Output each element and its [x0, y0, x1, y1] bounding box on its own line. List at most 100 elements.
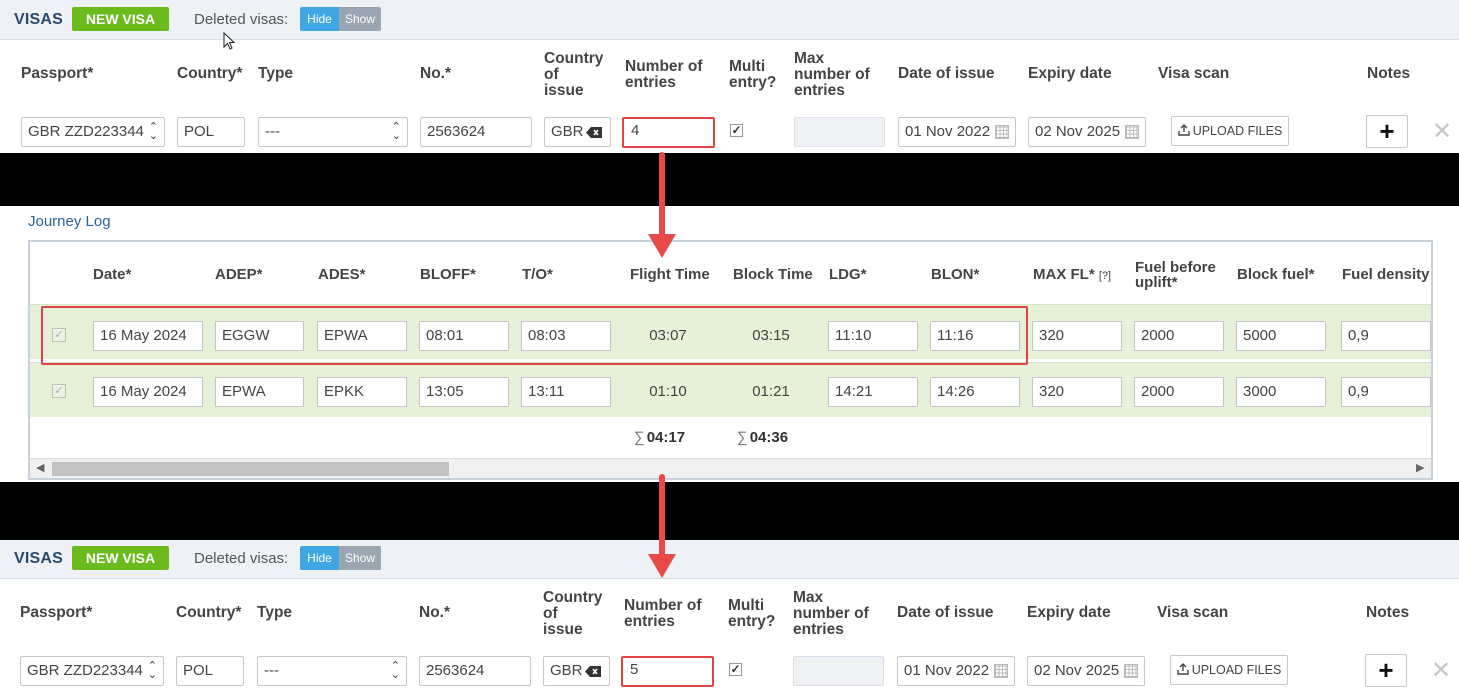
adep-input[interactable]: EPWA: [215, 377, 304, 407]
select-arrows-icon: ⌃ ⌄: [147, 660, 157, 681]
header-block-time: Block Time: [733, 266, 813, 283]
horizontal-scrollbar[interactable]: ◀ ▶: [30, 458, 1431, 478]
arrow-head: [648, 554, 676, 578]
hide-button[interactable]: Hide: [300, 546, 339, 570]
calendar-icon[interactable]: [1125, 125, 1139, 139]
header-notes: Notes: [1366, 604, 1410, 621]
header-fuel-density: Fuel density: [1342, 266, 1430, 283]
close-icon[interactable]: ✕: [1431, 659, 1451, 683]
fuel-before-input[interactable]: 2000: [1134, 321, 1224, 351]
upload-files-button[interactable]: UPLOAD FILES: [1171, 116, 1289, 146]
header-type: Type: [258, 65, 294, 82]
visas-title: VISAS: [14, 550, 64, 567]
select-arrows-icon: ⌃ ⌄: [391, 121, 401, 142]
country-of-issue-input[interactable]: GBR: [544, 117, 611, 147]
header-ades: ADES*: [318, 266, 366, 283]
header-ldg: LDG*: [829, 266, 867, 283]
header-notes: Notes: [1367, 65, 1411, 82]
visas-panel-bottom: VISAS NEW VISA Deleted visas: Hide Show …: [0, 540, 1459, 693]
type-select[interactable]: --- ⌃ ⌄: [258, 117, 408, 147]
sum-flight-time: ∑ 04:17: [634, 429, 686, 446]
block-time-value: 01:21: [752, 383, 790, 400]
add-note-button[interactable]: +: [1366, 115, 1408, 148]
show-button[interactable]: Show: [339, 7, 381, 31]
header-fuel-before-uplift: Fuel before uplift*: [1135, 259, 1216, 291]
max-entries-input[interactable]: [793, 656, 884, 686]
add-note-button[interactable]: +: [1365, 654, 1407, 687]
block-fuel-input[interactable]: 3000: [1236, 377, 1326, 407]
calendar-icon[interactable]: [1124, 664, 1138, 678]
help-icon[interactable]: [?]: [1099, 270, 1111, 282]
scrollbar-thumb[interactable]: [52, 462, 449, 476]
header-expiry-date: Expiry date: [1027, 604, 1111, 621]
close-icon[interactable]: ✕: [1432, 120, 1452, 144]
header-country-of-issue: Country of issue: [543, 589, 603, 638]
date-of-issue-input[interactable]: 01 Nov 2022: [897, 656, 1015, 686]
header-number-of-entries: Number of entries: [625, 58, 703, 91]
max-entries-input[interactable]: [794, 117, 885, 147]
new-visa-button[interactable]: NEW VISA: [72, 7, 169, 31]
visa-number-input[interactable]: 2563624: [420, 117, 532, 147]
scroll-right-icon[interactable]: ▶: [1416, 461, 1424, 474]
upload-icon: [1177, 124, 1190, 136]
fuel-density-input[interactable]: 0,9: [1341, 377, 1431, 407]
deleted-visas-label: Deleted visas:: [194, 11, 289, 28]
blon-input[interactable]: 14:26: [930, 377, 1020, 407]
takeoff-input[interactable]: 13:11: [521, 377, 611, 407]
fuel-before-input[interactable]: 2000: [1134, 377, 1224, 407]
header-expiry-date: Expiry date: [1028, 65, 1112, 82]
header-adep: ADEP*: [215, 266, 263, 283]
passport-select[interactable]: GBR ZZD223344 ⌃ ⌄: [20, 656, 164, 686]
bloff-input[interactable]: 13:05: [419, 377, 509, 407]
header-date-of-issue: Date of issue: [897, 604, 994, 621]
date-of-issue-input[interactable]: 01 Nov 2022: [898, 117, 1016, 147]
visas-panel-top: VISAS NEW VISA Deleted visas: Hide Show …: [0, 0, 1459, 153]
country-of-issue-input[interactable]: GBR: [543, 656, 610, 686]
ades-input[interactable]: EPKK: [317, 377, 407, 407]
passport-select[interactable]: GBR ZZD223344 ⌃ ⌄: [21, 117, 165, 147]
fuel-density-input[interactable]: 0,9: [1341, 321, 1431, 351]
expiry-date-input[interactable]: 02 Nov 2025: [1028, 117, 1146, 147]
country-input[interactable]: POL: [176, 656, 244, 686]
expiry-date-input[interactable]: 02 Nov 2025: [1027, 656, 1145, 686]
backspace-icon[interactable]: [585, 666, 601, 677]
block-fuel-input[interactable]: 5000: [1236, 321, 1326, 351]
arrow-shaft: [659, 474, 665, 558]
header-blon: BLON*: [931, 266, 980, 283]
max-fl-input[interactable]: 320: [1032, 321, 1122, 351]
multi-entry-checkbox[interactable]: ✓: [730, 124, 743, 137]
header-passport: Passport*: [21, 65, 94, 82]
max-fl-input[interactable]: 320: [1032, 377, 1122, 407]
deleted-visas-toggle: Hide Show: [300, 7, 381, 31]
country-input[interactable]: POL: [177, 117, 245, 147]
scroll-left-icon[interactable]: ◀: [36, 461, 44, 474]
header-visa-scan: Visa scan: [1157, 604, 1229, 621]
select-arrows-icon: ⌃ ⌄: [390, 660, 400, 681]
row-checkbox[interactable]: ✓: [52, 384, 66, 398]
plus-icon: +: [1378, 655, 1394, 685]
visas-toolbar: VISAS NEW VISA Deleted visas: Hide Show: [0, 540, 1459, 579]
header-multi-entry: Multi entry?: [728, 597, 776, 630]
date-input[interactable]: 16 May 2024: [93, 377, 203, 407]
new-visa-button[interactable]: NEW VISA: [72, 546, 169, 570]
upload-files-button[interactable]: UPLOAD FILES: [1170, 655, 1288, 685]
highlight-box-entries: [622, 117, 715, 148]
type-select[interactable]: --- ⌃ ⌄: [257, 656, 407, 686]
deleted-visas-toggle: Hide Show: [300, 546, 381, 570]
arrow-head: [648, 234, 676, 258]
header-bloff: BLOFF*: [420, 266, 476, 283]
hide-button[interactable]: Hide: [300, 7, 339, 31]
visas-toolbar: VISAS NEW VISA Deleted visas: Hide Show: [0, 0, 1459, 40]
header-flight-time: Flight Time: [630, 266, 710, 283]
show-button[interactable]: Show: [339, 546, 381, 570]
journey-log-title: Journey Log: [28, 213, 111, 230]
backspace-icon[interactable]: [586, 127, 602, 138]
header-country-of-issue: Country of issue: [544, 50, 604, 99]
header-takeoff: T/O*: [522, 266, 553, 283]
ldg-input[interactable]: 14:21: [828, 377, 918, 407]
calendar-icon[interactable]: [995, 125, 1009, 139]
visa-number-input[interactable]: 2563624: [419, 656, 531, 686]
calendar-icon[interactable]: [994, 664, 1008, 678]
multi-entry-checkbox[interactable]: ✓: [729, 663, 742, 676]
journey-log-panel: Journey Log Date* ADEP* ADES* BLOFF* T/O…: [0, 206, 1459, 482]
